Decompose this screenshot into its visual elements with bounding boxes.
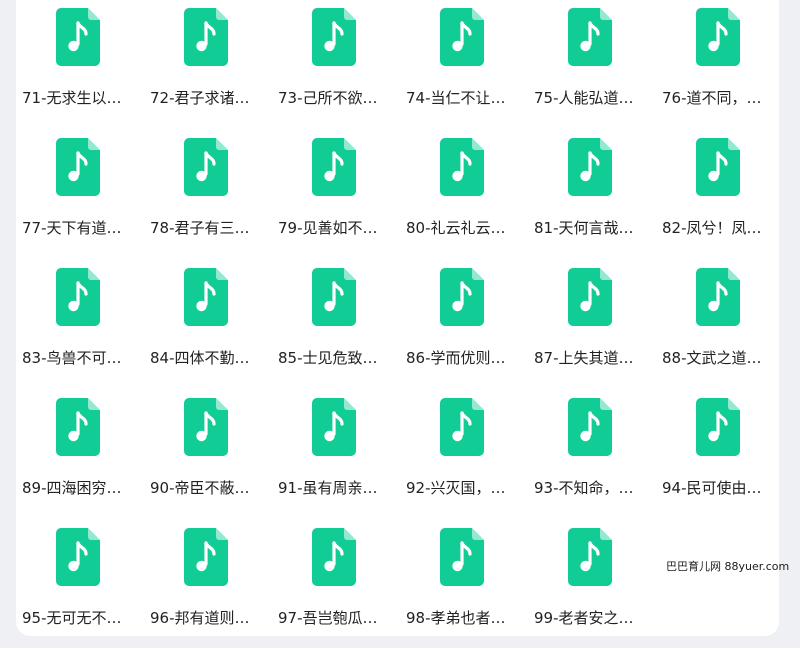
music-file-icon [56,8,100,66]
file-item[interactable]: 82-凤兮！凤… [656,130,784,258]
file-item[interactable]: 98-孝弟也者… [400,520,528,648]
file-item[interactable]: 88-文武之道… [656,260,784,388]
file-name: 71-无求生以… [22,89,122,107]
file-name: 75-人能弘道… [534,89,634,107]
music-file-icon [696,8,740,66]
file-item[interactable]: 87-上失其道… [528,260,656,388]
music-file-icon [440,528,484,586]
music-file-icon [568,398,612,456]
file-item[interactable]: 72-君子求诸… [144,0,272,128]
file-item[interactable]: 79-见善如不… [272,130,400,258]
music-file-icon [440,398,484,456]
file-grid: 71-无求生以… 72-君子求诸… 73-己所不欲… 74-当仁不让… 75-人能弘道…… [16,0,779,636]
file-name: 79-见善如不… [278,219,378,237]
music-file-icon [312,398,356,456]
music-file-icon [568,268,612,326]
file-name: 76-道不同，… [662,89,762,107]
file-item[interactable]: 89-四海困穷… [16,390,144,518]
file-item[interactable]: 97-吾岂匏瓜… [272,520,400,648]
file-name: 74-当仁不让… [406,89,506,107]
file-item[interactable]: 96-邦有道则… [144,520,272,648]
file-name: 90-帝臣不蔽… [150,479,250,497]
file-item[interactable]: 92-兴灭国，… [400,390,528,518]
file-name: 98-孝弟也者… [406,609,506,627]
file-item[interactable]: 75-人能弘道… [528,0,656,128]
file-name: 78-君子有三… [150,219,250,237]
file-name: 92-兴灭国，… [406,479,506,497]
file-name: 72-君子求诸… [150,89,250,107]
file-name: 84-四体不勤… [150,349,250,367]
music-file-icon [696,268,740,326]
music-file-icon [440,8,484,66]
file-name: 93-不知命，… [534,479,634,497]
file-item[interactable]: 94-民可使由… [656,390,784,518]
file-item[interactable]: 99-老者安之… [528,520,656,648]
music-file-icon [440,138,484,196]
file-name: 82-凤兮！凤… [662,219,762,237]
file-name: 95-无可无不… [22,609,122,627]
music-file-icon [184,398,228,456]
file-name: 89-四海困穷… [22,479,122,497]
file-name: 97-吾岂匏瓜… [278,609,378,627]
music-file-icon [312,8,356,66]
file-name: 85-士见危致… [278,349,378,367]
music-file-icon [184,268,228,326]
file-item[interactable]: 83-鸟兽不可… [16,260,144,388]
music-file-icon [56,528,100,586]
file-name: 73-己所不欲… [278,89,378,107]
file-name: 99-老者安之… [534,609,634,627]
file-name: 87-上失其道… [534,349,634,367]
file-item[interactable]: 81-天何言哉… [528,130,656,258]
music-file-icon [696,138,740,196]
file-item[interactable]: 95-无可无不… [16,520,144,648]
music-file-icon [312,528,356,586]
music-file-icon [568,138,612,196]
file-grid-panel: 71-无求生以… 72-君子求诸… 73-己所不欲… 74-当仁不让… 75-人能弘道…… [16,0,779,636]
music-file-icon [696,398,740,456]
file-item[interactable]: 85-士见危致… [272,260,400,388]
file-item[interactable]: 84-四体不勤… [144,260,272,388]
file-name: 88-文武之道… [662,349,762,367]
file-item[interactable]: 93-不知命，… [528,390,656,518]
music-file-icon [56,398,100,456]
file-item[interactable]: 71-无求生以… [16,0,144,128]
music-file-icon [184,8,228,66]
file-item[interactable]: 74-当仁不让… [400,0,528,128]
file-name: 77-天下有道… [22,219,122,237]
music-file-icon [184,138,228,196]
file-item[interactable]: 78-君子有三… [144,130,272,258]
music-file-icon [312,138,356,196]
file-name: 81-天何言哉… [534,219,634,237]
music-file-icon [440,268,484,326]
file-item[interactable]: 80-礼云礼云… [400,130,528,258]
file-name: 94-民可使由… [662,479,762,497]
music-file-icon [56,268,100,326]
music-file-icon [184,528,228,586]
music-file-icon [568,8,612,66]
file-name: 86-学而优则… [406,349,506,367]
watermark-text: 巴巴育儿网 88yuer.com [666,560,790,573]
file-item[interactable]: 73-己所不欲… [272,0,400,128]
file-item[interactable]: 91-虽有周亲… [272,390,400,518]
file-item[interactable]: 76-道不同，… [656,0,784,128]
music-file-icon [312,268,356,326]
file-item[interactable]: 77-天下有道… [16,130,144,258]
file-name: 96-邦有道则… [150,609,250,627]
music-file-icon [56,138,100,196]
file-name: 91-虽有周亲… [278,479,378,497]
file-name: 80-礼云礼云… [406,219,506,237]
file-item[interactable]: 90-帝臣不蔽… [144,390,272,518]
file-name: 83-鸟兽不可… [22,349,122,367]
music-file-icon [568,528,612,586]
file-item[interactable]: 86-学而优则… [400,260,528,388]
